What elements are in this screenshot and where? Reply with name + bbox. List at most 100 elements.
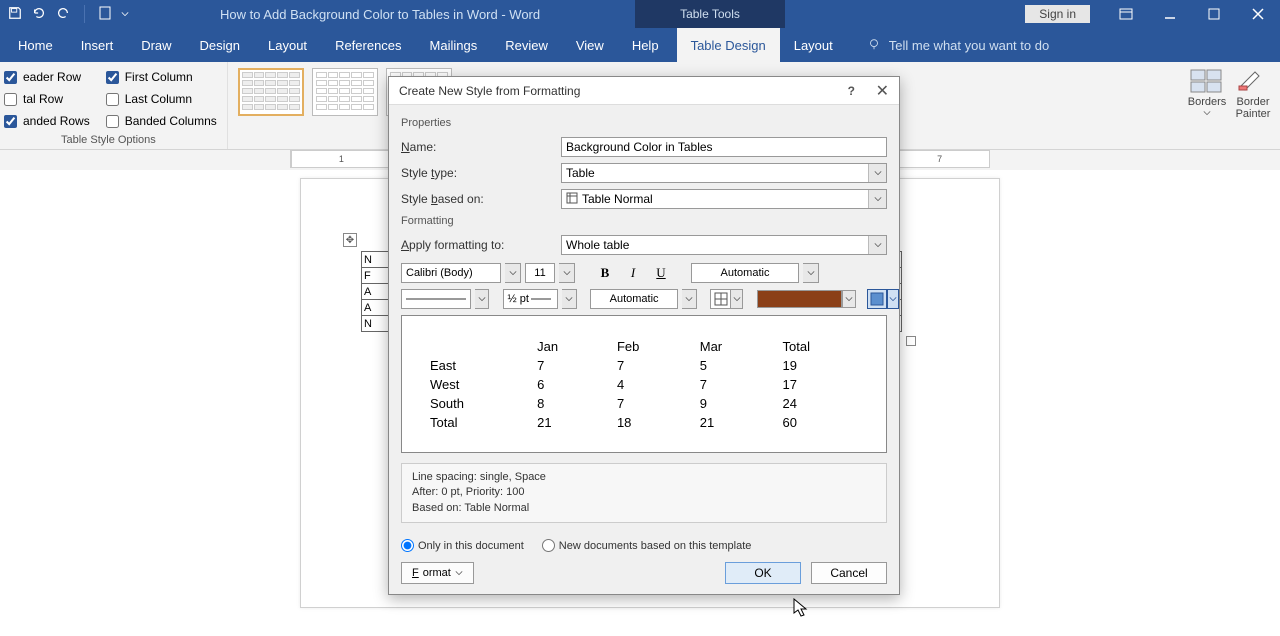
- italic-button[interactable]: I: [621, 263, 645, 283]
- style-description: Line spacing: single, Space After: 0 pt,…: [401, 463, 887, 523]
- tab-home[interactable]: Home: [4, 28, 67, 62]
- tab-table-layout[interactable]: Layout: [780, 28, 847, 62]
- table-icon: [566, 192, 578, 207]
- shading-button[interactable]: [867, 289, 887, 309]
- new-doc-icon[interactable]: [99, 6, 111, 23]
- font-name-combo[interactable]: Calibri (Body): [401, 263, 501, 283]
- banded-columns-checkbox[interactable]: [106, 115, 119, 128]
- table-move-handle[interactable]: ✥: [343, 233, 357, 247]
- title-bar: How to Add Background Color to Tables in…: [0, 0, 1280, 28]
- style-based-on-combo[interactable]: Table Normal: [561, 189, 887, 209]
- qat-more-icon[interactable]: [121, 7, 129, 21]
- chevron-down-icon[interactable]: [505, 263, 521, 283]
- tab-layout[interactable]: Layout: [254, 28, 321, 62]
- tab-draw[interactable]: Draw: [127, 28, 185, 62]
- fill-color-swatch[interactable]: [757, 290, 842, 308]
- line-weight-combo[interactable]: ½ pt: [503, 289, 559, 309]
- border-format-row: ½ pt Automatic: [401, 289, 887, 309]
- banded-rows-checkbox[interactable]: [4, 115, 17, 128]
- ribbon-display-icon[interactable]: [1104, 0, 1148, 28]
- create-style-dialog: Create New Style from Formatting ? ✕ Pro…: [388, 76, 900, 595]
- close-icon[interactable]: [1236, 0, 1280, 28]
- style-name-input[interactable]: [561, 137, 887, 157]
- name-label: Name:: [401, 140, 561, 154]
- tab-references[interactable]: References: [321, 28, 415, 62]
- tell-me-search[interactable]: Tell me what you want to do: [867, 28, 1049, 62]
- preview-cell: Mar: [692, 338, 773, 355]
- apply-to-label: Apply formatting to:: [401, 238, 561, 252]
- lightbulb-icon: [867, 37, 881, 54]
- maximize-icon[interactable]: [1192, 0, 1236, 28]
- border-preset-button[interactable]: [710, 289, 731, 309]
- header-row-checkbox[interactable]: [4, 71, 17, 84]
- dialog-close-icon[interactable]: ✕: [876, 81, 889, 101]
- redo-icon[interactable]: [56, 6, 70, 23]
- total-row-label: tal Row: [23, 92, 63, 106]
- preview-cell: Feb: [609, 338, 690, 355]
- tab-table-design[interactable]: Table Design: [677, 28, 780, 62]
- sign-in-button[interactable]: Sign in: [1025, 5, 1090, 23]
- ruler-mark: 7: [889, 151, 989, 167]
- chevron-down-icon[interactable]: [475, 289, 489, 309]
- table-resize-handle[interactable]: [906, 336, 916, 346]
- format-menu-button[interactable]: FFormatormat: [401, 562, 474, 584]
- chevron-down-icon[interactable]: [562, 289, 576, 309]
- last-column-checkbox[interactable]: [106, 93, 119, 106]
- document-title: How to Add Background Color to Tables in…: [220, 7, 540, 22]
- banded-rows-label: anded Rows: [23, 114, 90, 128]
- font-format-row: Calibri (Body) 11 B I U Automatic: [401, 263, 887, 283]
- line-style-combo[interactable]: [401, 289, 471, 309]
- table-style-thumb[interactable]: [312, 68, 378, 116]
- new-docs-radio[interactable]: New documents based on this template: [542, 539, 752, 552]
- tab-insert[interactable]: Insert: [67, 28, 128, 62]
- table-style-thumb[interactable]: [238, 68, 304, 116]
- only-this-doc-radio[interactable]: Only in this document: [401, 539, 524, 552]
- tab-review[interactable]: Review: [491, 28, 562, 62]
- font-color-combo[interactable]: Automatic: [691, 263, 799, 283]
- tab-mailings[interactable]: Mailings: [416, 28, 492, 62]
- preview-cell: [422, 338, 527, 355]
- dialog-help-icon[interactable]: ?: [848, 84, 855, 98]
- undo-icon[interactable]: [32, 6, 46, 23]
- chevron-down-icon[interactable]: [682, 289, 696, 309]
- window-controls: Sign in: [1025, 0, 1280, 28]
- border-painter-label: Border Painter: [1232, 96, 1274, 120]
- border-painter-button[interactable]: Border Painter: [1232, 66, 1274, 120]
- tab-help[interactable]: Help: [618, 28, 673, 62]
- ribbon-right-group: Borders Border Painter: [1186, 66, 1274, 120]
- style-type-combo[interactable]: Table: [561, 163, 887, 183]
- table-tools-context-label: Table Tools: [635, 0, 785, 28]
- underline-button[interactable]: U: [649, 263, 673, 283]
- save-icon[interactable]: [8, 6, 22, 23]
- qat-separator: [84, 5, 85, 23]
- ok-button[interactable]: OK: [725, 562, 801, 584]
- chevron-down-icon[interactable]: [559, 263, 575, 283]
- ruler-mark: 1: [291, 151, 391, 167]
- first-column-label: First Column: [125, 70, 193, 84]
- banded-columns-label: Banded Columns: [125, 114, 217, 128]
- borders-button[interactable]: Borders: [1186, 66, 1228, 120]
- preview-cell: Jan: [529, 338, 607, 355]
- bold-button[interactable]: B: [593, 263, 617, 283]
- apply-to-combo[interactable]: Whole table: [561, 235, 887, 255]
- minimize-icon[interactable]: [1148, 0, 1192, 28]
- dialog-titlebar[interactable]: Create New Style from Formatting ? ✕: [389, 77, 899, 105]
- font-size-combo[interactable]: 11: [525, 263, 555, 283]
- chevron-down-icon[interactable]: [887, 289, 899, 309]
- quick-access-toolbar: [0, 5, 129, 23]
- dialog-title-text: Create New Style from Formatting: [399, 84, 580, 98]
- tab-design[interactable]: Design: [186, 28, 254, 62]
- tab-view[interactable]: View: [562, 28, 618, 62]
- formatting-header: Formatting: [401, 215, 887, 227]
- paintbrush-icon: [1235, 68, 1271, 94]
- chevron-down-icon[interactable]: [842, 290, 856, 308]
- style-preview: Jan Feb Mar Total East77519 West64717 So…: [401, 315, 887, 453]
- border-color-combo[interactable]: Automatic: [590, 289, 678, 309]
- chevron-down-icon[interactable]: [731, 289, 743, 309]
- first-column-checkbox[interactable]: [106, 71, 119, 84]
- cancel-button[interactable]: Cancel: [811, 562, 887, 584]
- total-row-checkbox[interactable]: [4, 93, 17, 106]
- style-based-on-label: Style based on:: [401, 192, 561, 206]
- chevron-down-icon[interactable]: [803, 263, 819, 283]
- style-type-label: Style type:: [401, 166, 561, 180]
